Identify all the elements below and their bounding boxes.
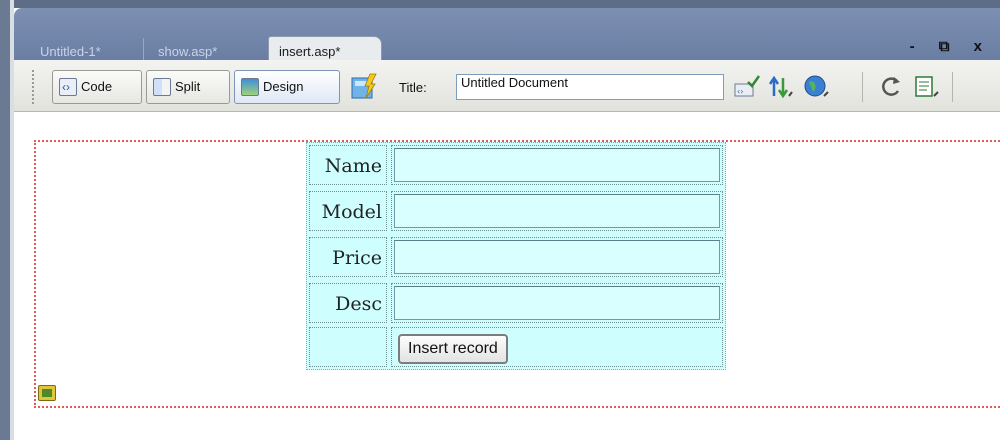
code-view-icon [59,71,77,103]
name-input[interactable] [394,148,720,182]
form-row-model: Model [307,189,727,235]
toolbar-grip[interactable] [32,70,38,104]
document-toolbar: Code Split Design Title: Untitled Docume… [14,60,1000,112]
field-label-model: Model [309,191,387,231]
insert-form-table: Name Model Price Desc Insert record [306,142,726,370]
live-view-icon[interactable] [350,72,378,102]
design-view-icon [241,77,259,96]
split-view-label: Split [175,79,201,94]
file-management-icon[interactable] [768,74,794,100]
price-input[interactable] [394,240,720,274]
svg-text:‹›: ‹› [737,87,743,96]
document-window: Untitled-1* show.asp* insert.asp* - ⧉ x … [0,0,1000,440]
field-label-name: Name [309,145,387,185]
validate-icon[interactable]: ‹› [734,74,760,100]
insert-record-button[interactable]: Insert record [398,334,508,364]
design-view-label: Design [263,79,304,94]
field-label-price: Price [309,237,387,277]
form-row-submit: Insert record [307,325,727,371]
form-row-desc: Desc [307,281,727,327]
preview-globe-icon[interactable] [804,74,830,100]
model-input[interactable] [394,194,720,228]
title-input[interactable]: Untitled Document [456,74,724,100]
field-label-desc: Desc [309,283,387,323]
code-view-button[interactable]: Code [52,70,142,104]
window-controls[interactable]: - ⧉ x [910,38,992,55]
split-view-button[interactable]: Split [146,70,230,104]
design-view-button[interactable]: Design [234,70,340,104]
document-tab-bar: Untitled-1* show.asp* insert.asp* - ⧉ x [14,8,1000,68]
refresh-icon[interactable] [878,74,904,100]
desc-input[interactable] [394,286,720,320]
form-row-name: Name [307,143,727,189]
form-row-price: Price [307,235,727,281]
code-view-label: Code [81,79,113,94]
view-options-icon[interactable] [914,74,940,100]
title-label: Title: [399,80,427,95]
server-behavior-icon[interactable] [38,385,56,401]
split-view-icon [153,77,171,96]
empty-label-cell [309,327,387,367]
